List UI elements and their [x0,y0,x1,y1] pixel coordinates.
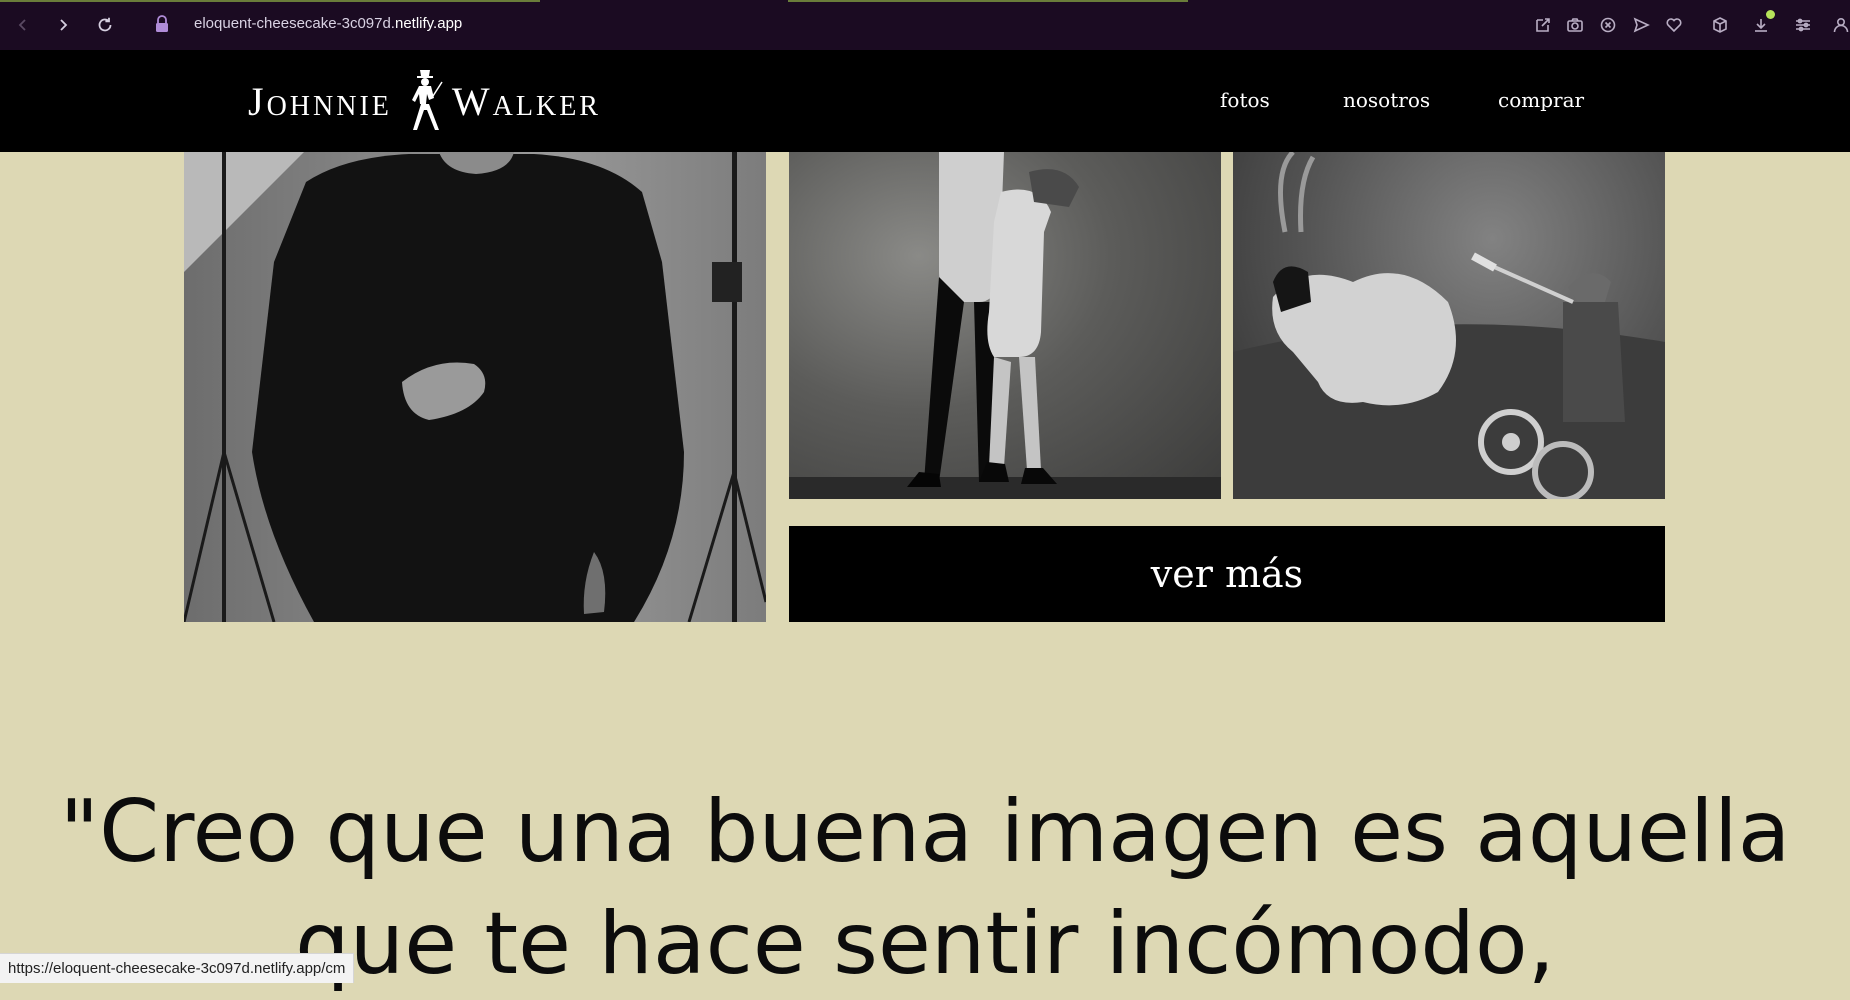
site-header: Johnnie Walker fotos nosotros comprar [0,50,1850,152]
nav-link-nosotros[interactable]: nosotros [1343,88,1430,112]
quote-line-2: que te hace sentir incómodo, [295,894,1555,994]
lock-icon[interactable] [154,15,170,37]
back-button[interactable] [10,12,36,38]
chevron-left-icon [18,19,26,31]
logo-text-left: Johnnie [248,78,392,124]
portrait-photo[interactable] [184,152,766,622]
gladiator-photo[interactable] [789,152,1221,499]
send-icon[interactable] [1630,14,1652,36]
reload-button[interactable] [92,12,118,38]
browser-toolbar: eloquent-cheesecake-3c097d.netlify.app [0,0,1850,50]
ver-mas-button[interactable]: ver más [789,526,1665,622]
forward-button[interactable] [50,12,76,38]
striding-man-icon [411,70,443,130]
close-circle-icon[interactable] [1597,14,1619,36]
address-bar[interactable]: eloquent-cheesecake-3c097d.netlify.app [194,15,462,32]
tab-indicator [0,0,540,2]
url-host: netlify.app [394,15,463,32]
quote-line-1: "Creo que una buena imagen es aquella [59,782,1791,882]
tab-indicator [788,0,1188,2]
johnnie-walker-logo[interactable]: Johnnie Walker [248,66,601,136]
nav-link-comprar[interactable]: comprar [1498,88,1584,112]
share-icon[interactable] [1532,14,1554,36]
account-icon[interactable] [1830,14,1850,36]
cube-icon[interactable] [1709,14,1731,36]
reload-icon [98,17,112,32]
heart-icon[interactable] [1663,14,1685,36]
download-badge [1766,10,1775,19]
url-path: eloquent-cheesecake-3c097d. [194,15,395,32]
logo-text-right: Walker [451,78,601,124]
camera-icon[interactable] [1564,14,1586,36]
settings-sliders-icon[interactable] [1792,14,1814,36]
chariot-photo[interactable] [1233,152,1665,499]
chevron-right-icon [60,19,68,31]
nav-link-fotos[interactable]: fotos [1220,88,1270,112]
link-status-bar: https://eloquent-cheesecake-3c097d.netli… [0,953,355,983]
